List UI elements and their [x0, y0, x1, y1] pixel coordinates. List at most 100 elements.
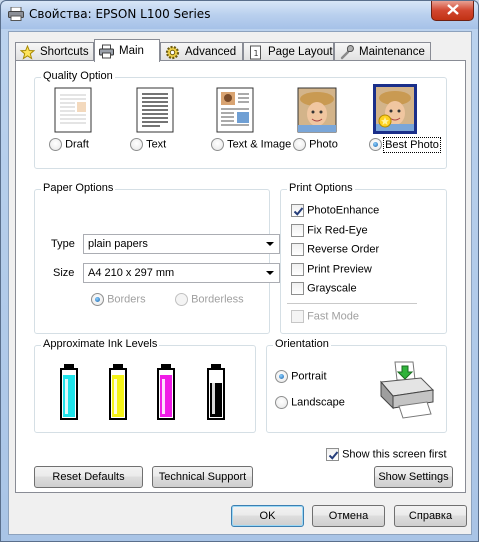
option-label: Grayscale [307, 282, 357, 295]
star-icon [19, 44, 36, 60]
ok-button[interactable]: OK [231, 505, 304, 527]
fix-red-eye-checkbox[interactable] [291, 224, 304, 237]
printer-portrait-icon [377, 360, 437, 423]
quality-photo-option[interactable]: Photo [293, 138, 338, 151]
tab-label: Page Layout [268, 46, 333, 58]
grayscale-option[interactable]: Grayscale [291, 282, 357, 295]
show-screen-first-label: Show this screen first [342, 448, 447, 461]
text-image-icon[interactable] [215, 87, 255, 133]
landscape-radio[interactable] [275, 396, 288, 409]
photoenhance-option[interactable]: PhotoEnhance [291, 204, 379, 217]
grayscale-checkbox[interactable] [291, 282, 304, 295]
borders-radio[interactable] [91, 293, 104, 306]
tab-main[interactable]: Main [94, 39, 160, 62]
size-label: Size [53, 267, 75, 279]
quality-label: Photo [309, 138, 338, 151]
divider [287, 303, 417, 304]
quality-option-group: Quality Option Draft Text Text & Image P… [34, 70, 447, 169]
close-button[interactable] [431, 1, 474, 21]
option-label: Reverse Order [307, 243, 380, 256]
tab-page-layout[interactable]: 1 Page Layout [243, 42, 334, 61]
borders-option[interactable]: Borders [91, 293, 146, 306]
printer-icon [99, 44, 114, 59]
chevron-down-icon [266, 242, 274, 246]
button-label: Справка [408, 510, 453, 522]
tab-label: Main [119, 45, 144, 57]
quality-draft-option[interactable]: Draft [49, 138, 89, 151]
tab-label: Shortcuts [40, 46, 89, 58]
help-button[interactable]: Справка [394, 505, 467, 527]
orientation-group: Orientation Portrait Landscape [266, 338, 447, 433]
photoenhance-checkbox[interactable] [291, 204, 304, 217]
black-ink-cartridge [207, 364, 225, 420]
technical-support-button[interactable]: Technical Support [152, 466, 253, 488]
button-label: Reset Defaults [52, 471, 125, 483]
reset-defaults-button[interactable]: Reset Defaults [34, 466, 143, 488]
show-screen-first-checkbox[interactable] [326, 448, 339, 461]
quality-best-photo-option[interactable]: Best Photo [369, 136, 441, 153]
best-photo-radio[interactable] [369, 138, 382, 151]
paper-size-value: A4 210 x 297 mm [88, 267, 175, 279]
group-title: Orientation [273, 338, 331, 350]
draft-radio[interactable] [49, 138, 62, 151]
fast-mode-option: Fast Mode [291, 310, 359, 323]
yellow-ink-cartridge [109, 364, 127, 420]
tab-maintenance[interactable]: Maintenance [334, 42, 431, 61]
fix-red-eye-option[interactable]: Fix Red-Eye [291, 224, 368, 237]
group-title: Print Options [287, 182, 355, 194]
tab-advanced[interactable]: Advanced [160, 42, 243, 61]
wrench-icon [339, 44, 354, 60]
quality-text-option[interactable]: Text [130, 138, 166, 151]
option-label: Fix Red-Eye [307, 224, 368, 237]
close-icon [446, 3, 459, 18]
text-icon[interactable] [135, 87, 175, 133]
reverse-order-option[interactable]: Reverse Order [291, 243, 379, 256]
paper-size-select[interactable]: A4 210 x 297 mm [83, 263, 280, 283]
paper-type-select[interactable]: plain papers [83, 234, 280, 254]
photo-radio[interactable] [293, 138, 306, 151]
quality-label: Draft [65, 138, 89, 151]
borderless-option: Borderless [175, 293, 244, 306]
show-screen-first-option[interactable]: Show this screen first [326, 448, 447, 461]
main-tab-panel: Quality Option Draft Text Text & Image P… [15, 60, 466, 493]
borders-label: Borders [107, 293, 146, 306]
option-label: Print Preview [307, 263, 372, 276]
show-settings-button[interactable]: Show Settings [374, 466, 453, 488]
svg-text:1: 1 [254, 49, 259, 58]
group-title: Approximate Ink Levels [41, 338, 160, 350]
reverse-order-checkbox[interactable] [291, 243, 304, 256]
tab-label: Maintenance [359, 46, 425, 58]
quality-label: Best Photo [383, 136, 441, 153]
group-title: Quality Option [41, 70, 115, 82]
paper-type-value: plain papers [88, 238, 148, 250]
print-preview-checkbox[interactable] [291, 263, 304, 276]
cancel-button[interactable]: Отмена [312, 505, 385, 527]
photo-icon[interactable] [297, 87, 337, 133]
tab-shortcuts[interactable]: Shortcuts [15, 42, 94, 61]
paper-options-group: Paper Options Type plain papers Size A4 … [34, 182, 280, 334]
text-image-radio[interactable] [211, 138, 224, 151]
borderless-radio [175, 293, 188, 306]
best-photo-icon[interactable] [373, 84, 417, 134]
gear-icon [165, 45, 180, 60]
title-bar[interactable]: Свойства: EPSON L100 Series [1, 1, 478, 29]
text-radio[interactable] [130, 138, 143, 151]
borderless-label: Borderless [191, 293, 244, 306]
print-preview-option[interactable]: Print Preview [291, 263, 372, 276]
magenta-ink-cartridge [157, 364, 175, 420]
group-title: Paper Options [41, 182, 116, 194]
portrait-option[interactable]: Portrait [275, 370, 327, 383]
button-label: OK [259, 510, 276, 522]
tab-strip: Shortcuts Main Advanced 1 Page Layout Ma… [15, 39, 465, 62]
page-icon: 1 [248, 45, 263, 60]
portrait-label: Portrait [291, 370, 327, 383]
chevron-down-icon [266, 271, 274, 275]
type-label: Type [51, 238, 75, 250]
window-title: Свойства: EPSON L100 Series [29, 7, 211, 21]
landscape-option[interactable]: Landscape [275, 396, 345, 409]
quality-text-image-option[interactable]: Text & Image [211, 138, 291, 151]
properties-window: Свойства: EPSON L100 Series Shortcuts Ma… [0, 0, 479, 542]
portrait-radio[interactable] [275, 370, 288, 383]
draft-icon[interactable] [53, 87, 93, 133]
printer-icon [8, 6, 24, 21]
